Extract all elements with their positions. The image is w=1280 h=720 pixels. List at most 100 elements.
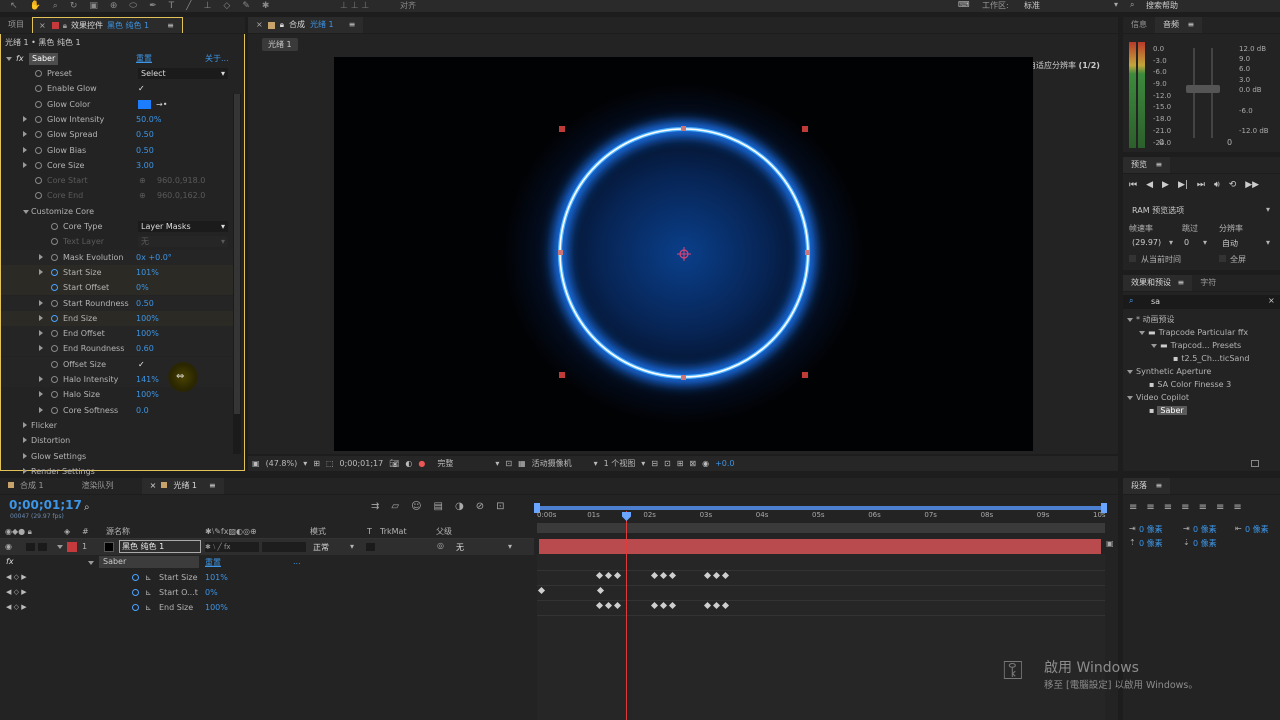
graph-icon[interactable]: ⊾ [145,570,152,585]
camera-value[interactable]: 活动摄像机 [532,458,572,469]
twirl-icon[interactable] [1151,343,1157,348]
param-value[interactable]: 0.50 [136,127,154,142]
search-help[interactable]: 搜索帮助 [1146,0,1178,11]
stopwatch-icon[interactable] [35,85,42,93]
puppet-tool-icon[interactable]: ✱ [262,1,270,11]
param-value[interactable]: 3.00 [136,158,154,173]
zoom-dropdown-icon[interactable]: ▾ [303,459,307,468]
close-icon[interactable]: × [256,17,263,33]
comp-subtab[interactable]: 光绪 1 [262,38,298,51]
group-distortion[interactable]: Distortion [1,433,233,448]
type-tool-icon[interactable]: T [169,1,175,11]
stopwatch-icon[interactable] [35,146,42,154]
zoom-level[interactable]: (47.8%) [266,459,298,468]
tree-item[interactable]: * 动画预设 [1123,313,1280,326]
group-glow-settings[interactable]: Glow Settings [1,449,233,464]
twirl-icon[interactable] [23,209,29,214]
param-row-start-offset[interactable]: Start Offset 0% [1,280,233,296]
workspace-dropdown-icon[interactable]: ▾ [1114,0,1118,9]
tab-effects-presets[interactable]: 效果和预设 ≡ [1123,275,1193,291]
parent-dropdown-icon[interactable]: ▾ [508,542,512,551]
layer-switches-2[interactable] [262,542,306,552]
param-row-glow-spread[interactable]: Glow Spread 0.50 [1,127,233,142]
comp-mini-flowchart-icon[interactable]: ⇉ [371,501,379,512]
param-row-enable-glow[interactable]: Enable Glow ✓ [1,81,233,96]
twirl-icon[interactable] [23,437,27,444]
mask-toggle-icon[interactable]: ⬚ [326,459,334,468]
twirl-icon[interactable] [39,314,43,321]
keyframe-nav-icon[interactable]: ◀ ◇ ▶ [6,600,27,615]
twirl-icon[interactable] [6,57,12,61]
timeline-search-icon[interactable]: ⌕ [84,502,90,513]
stopwatch-icon[interactable] [35,192,42,200]
keyframe-nav-icon[interactable]: ◀ ◇ ▶ [6,570,27,585]
stamp-tool-icon[interactable]: ⊥ [204,1,212,11]
selection-tool-icon[interactable]: ↖ [10,1,18,11]
param-row-text-layer[interactable]: Text Layer 无 ▾ [1,234,233,249]
zoom-navigator[interactable] [537,523,1105,533]
brush-tool-icon[interactable]: ╱ [186,1,191,11]
stopwatch-icon[interactable] [35,131,42,139]
toggle-icon-3[interactable]: ⊞ [677,459,684,468]
justify-right-icon[interactable]: ≡ [1216,502,1224,513]
param-row-end-offset[interactable]: End Offset 100% [1,326,233,342]
next-frame-icon[interactable]: ▶| [1178,180,1188,190]
prop-value[interactable]: 100% [205,600,228,615]
glow-color-swatch[interactable] [138,99,151,109]
param-row-core-start[interactable]: Core Start ⊕ 960.0,918.0 [1,173,233,188]
tree-item[interactable]: ▪ t2.5_Ch...ticSand [1123,352,1280,365]
rotate-tool-icon[interactable]: ↻ [70,1,78,11]
mode-dropdown-icon[interactable]: ▾ [350,542,354,551]
region-icon[interactable]: ⊡ [505,459,512,468]
graph-icon[interactable]: ⊾ [145,585,152,600]
camera-dropdown-icon[interactable]: ▾ [594,459,598,468]
param-value[interactable]: 0x +0.0° [136,250,172,265]
exposure-value[interactable]: +0.0 [715,459,734,468]
param-value[interactable]: 0.50 [136,296,154,311]
slider-track-r[interactable] [1211,48,1213,138]
param-row-core-size[interactable]: Core Size 3.00 [1,158,233,173]
keyframe-nav-icon[interactable]: ◀ ◇ ▶ [6,585,27,600]
roto-tool-icon[interactable]: ✎ [242,1,250,11]
views-value[interactable]: 1 个视图 [604,458,636,469]
param-row-start-size[interactable]: Start Size 101% [1,264,233,280]
skip-dropdown-icon[interactable]: ▾ [1203,238,1207,247]
fx-icon[interactable]: fx [16,52,24,66]
twirl-icon[interactable] [23,467,27,474]
param-value[interactable]: 0.50 [136,143,154,158]
twirl-icon[interactable] [39,253,43,260]
grid-icon[interactable]: ⊞ [313,459,320,468]
stopwatch-icon[interactable] [51,299,58,307]
twirl-icon[interactable] [39,345,43,352]
param-row-mask-evolution[interactable]: Mask Evolution 0x +0.0° [1,249,233,265]
close-icon[interactable]: × [39,18,46,34]
twirl-icon[interactable] [23,115,27,122]
layer-row[interactable]: ◉ 1 黑色 纯色 1 ✱ ⧵ ╱ fx 正常 ▾ ◎ 无 ▾ [0,539,534,555]
frame-blend-icon[interactable]: ▤ [434,501,443,512]
layer-twirl-icon[interactable] [57,545,63,549]
parent-value[interactable]: 无 [456,542,464,553]
stopwatch-icon[interactable] [35,177,42,185]
param-value[interactable]: Layer Masks ▾ [138,221,228,232]
timeline-prop-row[interactable]: ◀ ◇ ▶ ⊾ Start O...t 0% [0,585,534,600]
stopwatch-icon[interactable] [51,376,58,383]
stopwatch-icon[interactable] [51,330,58,338]
skip-value[interactable]: 0 [1184,238,1189,247]
twirl-icon[interactable] [23,161,27,168]
twirl-icon[interactable] [1127,317,1133,322]
justify-left-icon[interactable]: ≡ [1181,502,1189,513]
group-flicker[interactable]: Flicker [1,418,233,433]
align-left-icon[interactable]: ≡ [1129,502,1137,513]
param-value[interactable]: 0% [136,280,149,295]
snap-label[interactable]: 对齐 [400,0,416,11]
param-row-start-roundness[interactable]: Start Roundness 0.50 [1,295,233,311]
ram-dropdown-icon[interactable]: ▾ [1266,205,1270,214]
toggle-icon-2[interactable]: ⊡ [664,459,671,468]
stopwatch-icon[interactable] [35,161,42,169]
mode-value[interactable]: 正常 [313,542,329,553]
param-value[interactable]: 101% [136,265,159,280]
panel-menu-icon[interactable]: ≡ [349,17,356,33]
stopwatch-icon[interactable] [35,115,42,123]
tab-project[interactable]: 项目 [0,17,32,33]
twirl-icon[interactable] [39,391,43,398]
